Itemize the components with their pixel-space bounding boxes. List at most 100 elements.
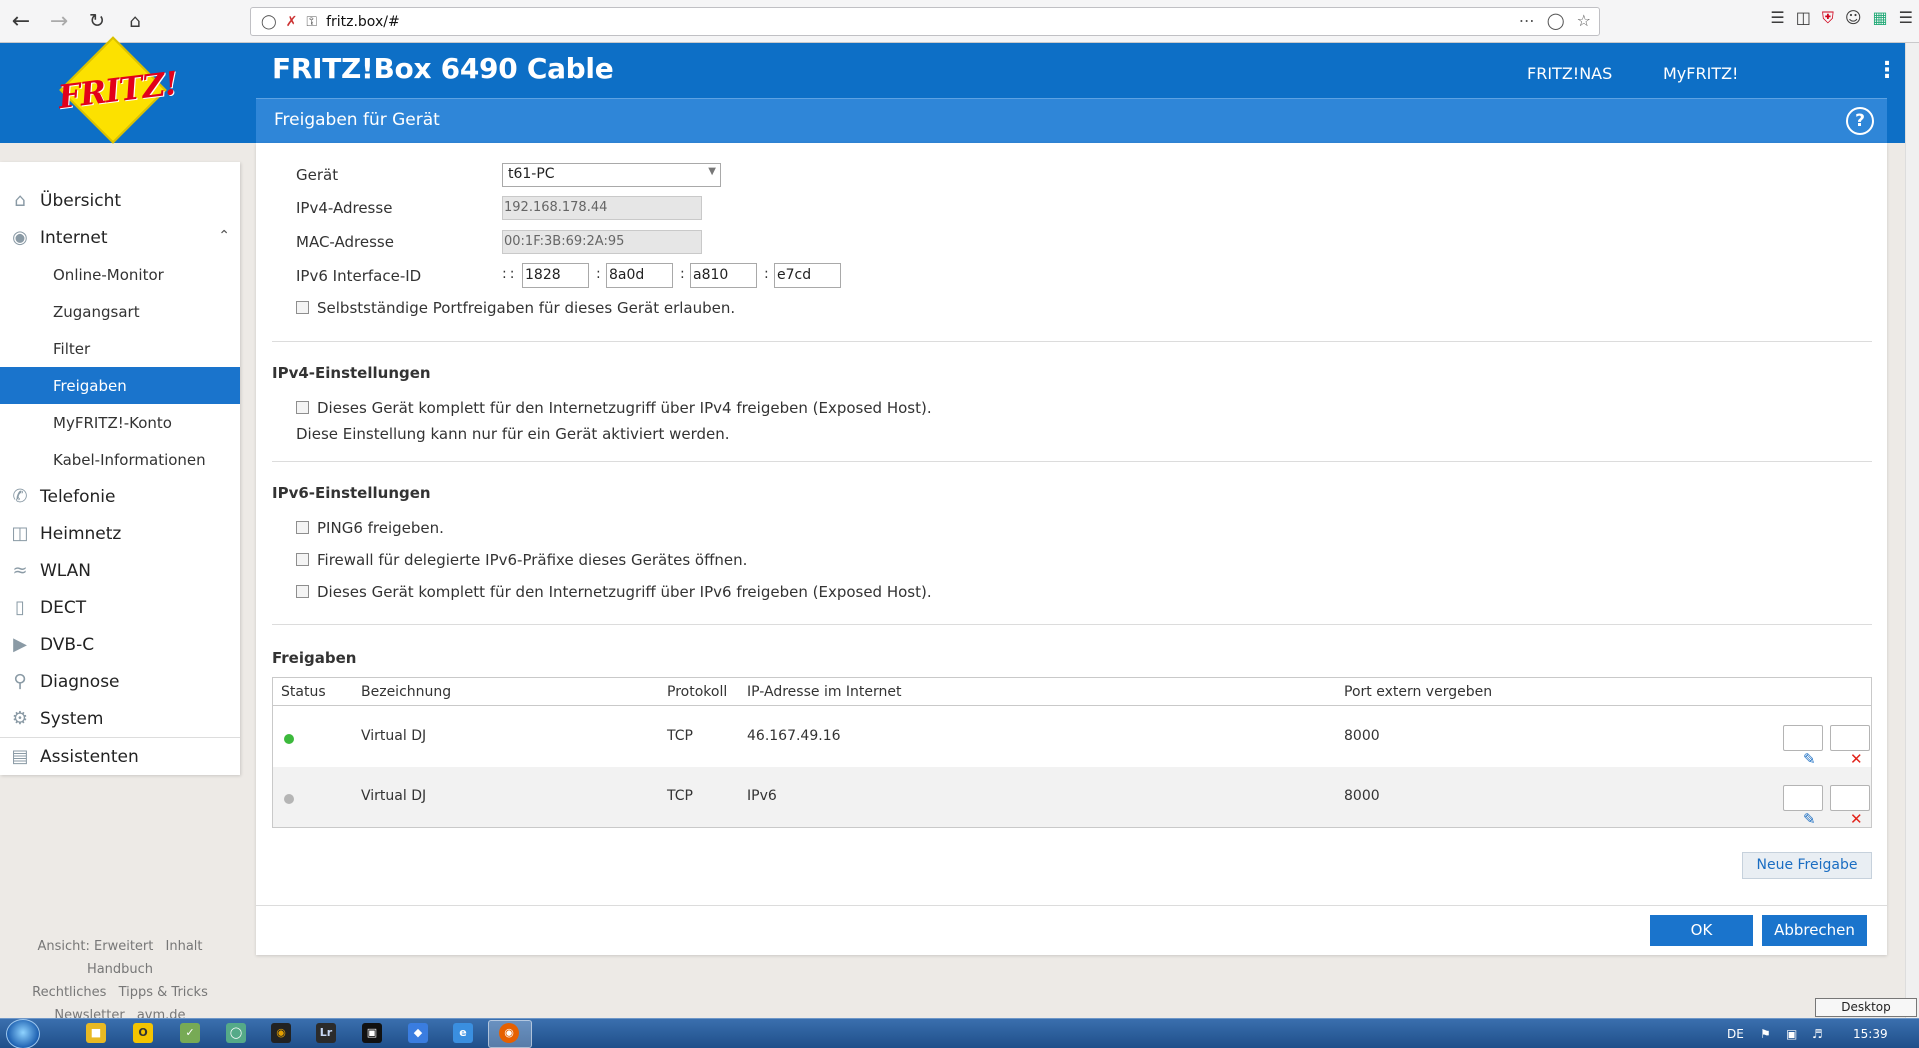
- library-icon[interactable]: ☰: [1770, 8, 1784, 28]
- sidebar-item-uebersicht[interactable]: ⌂ Übersicht: [0, 182, 240, 219]
- clock[interactable]: 15:39: [1853, 1027, 1888, 1041]
- fritznas-link[interactable]: FRITZ!NAS: [1527, 64, 1612, 83]
- sidebar-item-telefonie[interactable]: ✆ Telefonie: [0, 478, 240, 515]
- col-status: Status: [281, 684, 326, 700]
- ipv6-part-2-input[interactable]: 8a0d: [606, 263, 673, 288]
- volume-icon[interactable]: ♬: [1812, 1027, 1823, 1041]
- ipv4-label: IPv4-Adresse: [296, 199, 393, 217]
- start-button[interactable]: [6, 1019, 40, 1048]
- firewall-checkbox[interactable]: [296, 553, 309, 566]
- edit-button[interactable]: ✎: [1783, 785, 1823, 828]
- sidebar-item-assistenten[interactable]: ▤ Assistenten: [0, 738, 240, 775]
- fritz-logo[interactable]: FRITZ!: [52, 36, 179, 144]
- home-page-icon[interactable]: ⌂: [118, 4, 152, 38]
- sidebar-item-system[interactable]: ⚙ System: [0, 700, 240, 737]
- back-icon[interactable]: ←: [4, 4, 38, 38]
- ipv4-note: Diese Einstellung kann nur für ein Gerät…: [296, 425, 730, 443]
- flag-icon[interactable]: ⚑: [1760, 1027, 1771, 1041]
- assistant-icon: ▤: [11, 746, 29, 767]
- cancel-button[interactable]: Abbrechen: [1762, 915, 1867, 946]
- neue-freigabe-button[interactable]: Neue Freigabe: [1742, 852, 1872, 879]
- delete-button[interactable]: ✕: [1830, 725, 1870, 768]
- ipv6-exposed-checkbox[interactable]: [296, 585, 309, 598]
- sidebar-item-label: Übersicht: [40, 190, 122, 211]
- shield-extension-icon[interactable]: ⛨: [1822, 8, 1834, 28]
- table-row: Virtual DJ TCP 46.167.49.16 8000 ✎ ✕: [273, 707, 1871, 768]
- self-port-label: Selbstständige Portfreigaben für dieses …: [317, 299, 736, 317]
- account-icon[interactable]: ☺: [1845, 8, 1862, 28]
- forward-icon[interactable]: →: [42, 4, 76, 38]
- table-row: Virtual DJ TCP IPv6 8000 ✎ ✕: [273, 767, 1871, 828]
- sidebar-item-dvbc[interactable]: ▶ DVB-C: [0, 626, 240, 663]
- delete-button[interactable]: ✕: [1830, 785, 1870, 828]
- sidebar-sub-filter[interactable]: Filter: [0, 330, 240, 367]
- desktop-tooltip: Desktop anzeigen: [1815, 998, 1917, 1031]
- col-ip: IP-Adresse im Internet: [747, 684, 902, 700]
- network-icon: ◫: [11, 523, 29, 544]
- footer-link-inhalt[interactable]: Inhalt: [166, 939, 203, 954]
- sidebar-sub-kabel-informationen[interactable]: Kabel-Informationen: [0, 441, 240, 478]
- diagnose-icon: ⚲: [13, 671, 27, 692]
- sidebar-sub-freigaben[interactable]: Freigaben: [0, 367, 240, 404]
- geraet-select[interactable]: t61-PC ▼: [502, 163, 721, 187]
- lightroom-icon[interactable]: Lr: [316, 1023, 336, 1043]
- sidebar-sub-zugangsart[interactable]: Zugangsart: [0, 293, 240, 330]
- menu-icon[interactable]: ☰: [1899, 8, 1913, 28]
- tv-icon: ▶: [13, 634, 27, 655]
- footer-link-handbuch[interactable]: Handbuch: [87, 962, 153, 977]
- page-scrollbar[interactable]: [1905, 43, 1919, 1018]
- pocket-icon[interactable]: ◯: [1547, 11, 1565, 30]
- sidebar-sub-myfritz-konto[interactable]: MyFRITZ!-Konto: [0, 404, 240, 441]
- network-app-icon[interactable]: ◯: [226, 1023, 246, 1043]
- chevron-up-icon[interactable]: ⌃: [218, 228, 230, 244]
- help-icon[interactable]: ?: [1846, 107, 1874, 135]
- more-menu-icon[interactable]: ⋮: [1876, 58, 1898, 83]
- firefox-icon[interactable]: ◉: [499, 1023, 519, 1043]
- camera-icon[interactable]: ▣: [362, 1023, 382, 1043]
- self-port-checkbox[interactable]: [296, 301, 309, 314]
- app-circle-icon[interactable]: ◉: [271, 1023, 291, 1043]
- extensions-icon[interactable]: ▦: [1873, 8, 1888, 28]
- monitor-icon[interactable]: ▣: [1786, 1027, 1797, 1041]
- ipv6-part-1-input[interactable]: 1828: [522, 263, 589, 288]
- ipv6-part-4-input[interactable]: e7cd: [774, 263, 841, 288]
- sidebar-footer: Ansicht: Erweitert Inhalt Handbuch Recht…: [0, 935, 240, 1027]
- ipv4-exposed-label: Dieses Gerät komplett für den Internetzu…: [317, 399, 932, 417]
- ping6-label: PING6 freigeben.: [317, 519, 444, 537]
- sidebar-item-internet[interactable]: ◉ Internet ⌃: [0, 219, 240, 256]
- ipv4-exposed-checkbox[interactable]: [296, 401, 309, 414]
- row-ip: 46.167.49.16: [747, 728, 841, 744]
- reload-icon[interactable]: ↻: [80, 4, 114, 38]
- page-actions-icon[interactable]: ⋯: [1519, 11, 1535, 30]
- divider: [272, 624, 1872, 625]
- footer-link-rechtliches[interactable]: Rechtliches: [32, 985, 106, 1000]
- footer-link-tipps[interactable]: Tipps & Tricks: [119, 985, 208, 1000]
- ipv6-part-3-input[interactable]: a810: [690, 263, 757, 288]
- sidebar-item-label: Assistenten: [40, 746, 139, 767]
- ping6-checkbox[interactable]: [296, 521, 309, 534]
- main-panel: Gerät t61-PC ▼ IPv4-Adresse 192.168.178.…: [256, 143, 1887, 955]
- sidebar-item-label: Telefonie: [40, 486, 116, 507]
- lang-indicator[interactable]: DE: [1727, 1027, 1744, 1041]
- row-bezeichnung: Virtual DJ: [361, 728, 427, 744]
- sidebar-item-dect[interactable]: ▯ DECT: [0, 589, 240, 626]
- app-o-icon[interactable]: O: [133, 1023, 153, 1043]
- sidebar-sub-online-monitor[interactable]: Online-Monitor: [0, 256, 240, 293]
- bookmark-star-icon[interactable]: ☆: [1577, 11, 1591, 30]
- sidebar-icon[interactable]: ◫: [1796, 8, 1811, 28]
- sidebar-item-diagnose[interactable]: ⚲ Diagnose: [0, 663, 240, 700]
- url-bar[interactable]: ◯ ✗ ⚿ fritz.box/# ⋯ ◯ ☆: [250, 7, 1600, 36]
- sidebar-item-heimnetz[interactable]: ◫ Heimnetz: [0, 515, 240, 552]
- tool-icon[interactable]: ✓: [180, 1023, 200, 1043]
- explorer-icon[interactable]: ■: [86, 1023, 106, 1043]
- ie-icon[interactable]: e: [453, 1023, 473, 1043]
- divider: [272, 461, 1872, 462]
- edit-button[interactable]: ✎: [1783, 725, 1823, 768]
- wifi-icon: ≈: [12, 560, 28, 581]
- myfritz-link[interactable]: MyFRITZ!: [1663, 64, 1738, 83]
- sidebar-item-wlan[interactable]: ≈ WLAN: [0, 552, 240, 589]
- footer-link-ansicht[interactable]: Ansicht: Erweitert: [38, 939, 154, 954]
- page-title-bar: Freigaben für Gerät ?: [256, 98, 1887, 143]
- ok-button[interactable]: OK: [1650, 915, 1753, 946]
- dropbox-icon[interactable]: ◆: [408, 1023, 428, 1043]
